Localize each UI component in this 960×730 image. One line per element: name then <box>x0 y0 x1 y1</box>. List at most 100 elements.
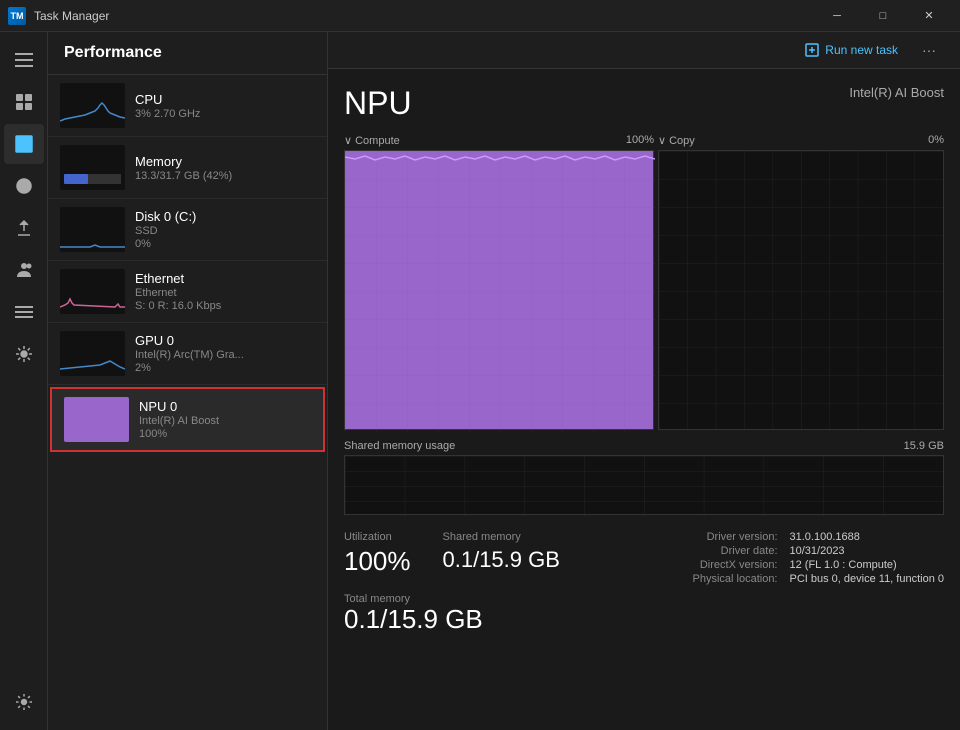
device-item-gpu[interactable]: GPU 0 Intel(R) Arc(TM) Gra... 2% <box>48 323 327 385</box>
gpu-stat: 2% <box>135 362 315 374</box>
left-panel-header: Performance <box>48 32 327 75</box>
disk-name: Disk 0 (C:) <box>135 209 315 224</box>
toolbar: Run new task ··· <box>328 32 960 69</box>
right-section: Run new task ··· NPU Intel(R) AI Boost ∨… <box>328 32 960 730</box>
total-memory-value: 0.1/15.9 GB <box>344 605 944 634</box>
app-icon: TM <box>8 7 26 25</box>
run-task-icon <box>805 43 819 57</box>
disk-sub: SSD <box>135 225 315 237</box>
titlebar: TM Task Manager ─ □ ✕ <box>0 0 960 32</box>
shared-memory-stat-label: Shared memory <box>443 531 560 543</box>
total-memory-section: Total memory 0.1/15.9 GB <box>344 593 944 634</box>
right-header: NPU Intel(R) AI Boost <box>344 85 944 122</box>
sidebar-users-icon[interactable] <box>4 250 44 290</box>
run-new-task-button[interactable]: Run new task <box>797 39 906 61</box>
ethernet-stat: S: 0 R: 16.0 Kbps <box>135 300 315 312</box>
device-item-npu[interactable]: NPU 0 Intel(R) AI Boost 100% <box>50 387 325 452</box>
copy-pct: 0% <box>928 134 944 147</box>
shared-memory-grid <box>345 456 943 516</box>
driver-version-label: Driver version: <box>693 531 778 543</box>
gpu-name: GPU 0 <box>135 333 315 348</box>
ethernet-sub: Ethernet <box>135 287 315 299</box>
shared-memory-label: Shared memory usage <box>344 440 455 452</box>
gpu-sub: Intel(R) Arc(TM) Gra... <box>135 349 315 361</box>
physical-location-value: PCI bus 0, device 11, function 0 <box>790 573 945 585</box>
run-task-label: Run new task <box>825 43 898 57</box>
device-item-ethernet[interactable]: Ethernet Ethernet S: 0 R: 16.0 Kbps <box>48 261 327 323</box>
compute-label: ∨ Compute <box>344 134 400 147</box>
shared-memory-max: 15.9 GB <box>904 440 944 452</box>
driver-date-value: 10/31/2023 <box>790 545 945 557</box>
close-button[interactable]: ✕ <box>906 0 952 32</box>
memory-info: Memory 13.3/31.7 GB (42%) <box>135 154 315 182</box>
memory-name: Memory <box>135 154 315 169</box>
sidebar-startup-icon[interactable] <box>4 208 44 248</box>
npu-sub: Intel(R) AI Boost <box>139 415 311 427</box>
charts-row: ∨ Compute 100% <box>344 134 944 430</box>
gpu-info: GPU 0 Intel(R) Arc(TM) Gra... 2% <box>135 333 315 374</box>
device-item-memory[interactable]: Memory 13.3/31.7 GB (42%) <box>48 137 327 199</box>
minimize-button[interactable]: ─ <box>814 0 860 32</box>
npu-thumbnail <box>64 397 129 442</box>
utilization-label: Utilization <box>344 531 411 543</box>
compute-pct: 100% <box>626 134 654 147</box>
gpu-thumbnail <box>60 331 125 376</box>
memory-thumbnail <box>60 145 125 190</box>
disk-thumbnail <box>60 207 125 252</box>
disk-info: Disk 0 (C:) SSD 0% <box>135 209 315 250</box>
sidebar-services-icon[interactable] <box>4 334 44 374</box>
npu-subtitle: Intel(R) AI Boost <box>849 85 944 100</box>
copy-grid <box>659 151 943 431</box>
shared-memory-label-row: Shared memory usage 15.9 GB <box>344 440 944 452</box>
shared-memory-chart <box>344 455 944 515</box>
ethernet-info: Ethernet Ethernet S: 0 R: 16.0 Kbps <box>135 271 315 312</box>
window-controls: ─ □ ✕ <box>814 0 952 32</box>
npu-title: NPU <box>344 85 412 122</box>
copy-chart-container: ∨ Copy 0% <box>658 134 944 430</box>
copy-label: ∨ Copy <box>658 134 695 147</box>
npu-stat: 100% <box>139 428 311 440</box>
npu-name: NPU 0 <box>139 399 311 414</box>
sidebar-menu-icon[interactable] <box>4 40 44 80</box>
sidebar-details-icon[interactable] <box>4 292 44 332</box>
sidebar-history-icon[interactable] <box>4 166 44 206</box>
shared-memory-stat: Shared memory 0.1/15.9 GB <box>443 531 560 585</box>
maximize-button[interactable]: □ <box>860 0 906 32</box>
physical-location-label: Physical location: <box>693 573 778 585</box>
driver-version-value: 31.0.100.1688 <box>790 531 945 543</box>
main-container: Performance CPU 3% 2.70 GHz <box>0 32 960 730</box>
shared-memory-stat-value: 0.1/15.9 GB <box>443 547 560 573</box>
npu-info: NPU 0 Intel(R) AI Boost 100% <box>139 399 311 440</box>
info-grid: Driver version: 31.0.100.1688 Driver dat… <box>693 531 945 585</box>
ethernet-thumbnail <box>60 269 125 314</box>
device-item-cpu[interactable]: CPU 3% 2.70 GHz <box>48 75 327 137</box>
disk-stat: 0% <box>135 238 315 250</box>
npu-panel: NPU Intel(R) AI Boost ∨ Compute 100% <box>328 69 960 730</box>
copy-chart-label: ∨ Copy 0% <box>658 134 944 147</box>
compute-chart-container: ∨ Compute 100% <box>344 134 654 430</box>
driver-date-label: Driver date: <box>693 545 778 557</box>
cpu-thumbnail <box>60 83 125 128</box>
titlebar-left: TM Task Manager <box>8 7 109 25</box>
ethernet-name: Ethernet <box>135 271 315 286</box>
sidebar-performance-icon[interactable] <box>4 124 44 164</box>
utilization-value: 100% <box>344 547 411 576</box>
compute-chart <box>344 150 654 430</box>
sidebar-settings-icon[interactable] <box>4 682 44 722</box>
left-panel: Performance CPU 3% 2.70 GHz <box>48 32 328 730</box>
cpu-name: CPU <box>135 92 315 107</box>
device-list: CPU 3% 2.70 GHz Memory 13.3/31.7 GB (42%… <box>48 75 327 730</box>
window-title: Task Manager <box>34 9 109 23</box>
utilization-stat: Utilization 100% <box>344 531 411 585</box>
sidebar-processes-icon[interactable] <box>4 82 44 122</box>
cpu-sub: 3% 2.70 GHz <box>135 108 315 120</box>
more-options-button[interactable]: ··· <box>914 38 944 62</box>
directx-value: 12 (FL 1.0 : Compute) <box>790 559 945 571</box>
directx-label: DirectX version: <box>693 559 778 571</box>
compute-chart-label: ∨ Compute 100% <box>344 134 654 147</box>
cpu-info: CPU 3% 2.70 GHz <box>135 92 315 120</box>
shared-memory-section: Shared memory usage 15.9 GB <box>344 440 944 515</box>
icon-sidebar <box>0 32 48 730</box>
memory-sub: 13.3/31.7 GB (42%) <box>135 170 315 182</box>
device-item-disk[interactable]: Disk 0 (C:) SSD 0% <box>48 199 327 261</box>
